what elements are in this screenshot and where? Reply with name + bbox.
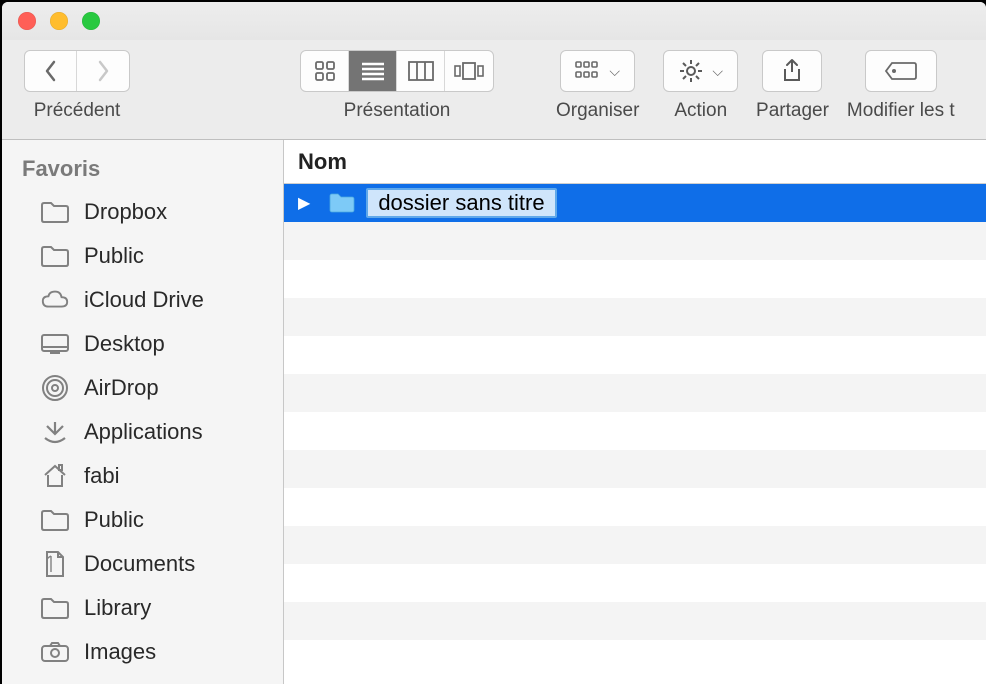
arrange-icon <box>575 60 601 82</box>
sidebar-item-label: Dropbox <box>84 199 167 225</box>
sidebar-item-label: Public <box>84 507 144 533</box>
view-icons-button[interactable] <box>301 51 349 91</box>
view-list-button[interactable] <box>349 51 397 91</box>
sidebar-heading: Favoris <box>2 150 283 190</box>
home-icon <box>40 462 70 490</box>
content-area: Nom ▶ dossier sans titre <box>284 140 986 684</box>
document-icon <box>40 550 70 578</box>
sidebar-item-label: Documents <box>84 551 195 577</box>
tags-label: Modifier les t <box>847 100 955 122</box>
view-coverflow-button[interactable] <box>445 51 493 91</box>
sidebar-item-label: fabi <box>84 463 119 489</box>
share-button[interactable] <box>762 50 822 92</box>
tags-group: Modifier les t <box>847 50 955 122</box>
column-header-label: Nom <box>298 149 347 175</box>
sidebar-item[interactable]: Applications <box>2 410 283 454</box>
sidebar-item-label: AirDrop <box>84 375 159 401</box>
airdrop-icon <box>40 374 70 402</box>
list-row[interactable] <box>284 526 986 564</box>
sidebar-item[interactable]: Public <box>2 234 283 278</box>
back-button[interactable] <box>25 51 77 91</box>
list-row-selected[interactable]: ▶ dossier sans titre <box>284 184 986 222</box>
apps-icon <box>40 418 70 446</box>
action-group: ⌵ Action <box>663 50 738 122</box>
view-label: Présentation <box>344 100 451 122</box>
chevron-left-icon <box>43 59 59 83</box>
view-columns-button[interactable] <box>397 51 445 91</box>
back-forward-seg <box>24 50 130 92</box>
sidebar-item[interactable]: iCloud Drive <box>2 278 283 322</box>
list-row[interactable] <box>284 298 986 336</box>
sidebar-item[interactable]: Dropbox <box>2 190 283 234</box>
list-row[interactable] <box>284 260 986 298</box>
titlebar <box>2 2 986 40</box>
finder-window: Précédent <box>2 2 986 684</box>
disclosure-triangle-icon[interactable]: ▶ <box>298 193 310 213</box>
list-row[interactable] <box>284 564 986 602</box>
list-row[interactable] <box>284 412 986 450</box>
forward-button[interactable] <box>77 51 129 91</box>
list-row[interactable] <box>284 602 986 640</box>
sidebar-item[interactable]: Library <box>2 586 283 630</box>
nav-group: Précédent <box>24 50 130 122</box>
list-row[interactable] <box>284 374 986 412</box>
body: Favoris Dropbox Public iCloud Drive Desktop… <box>2 140 986 684</box>
folder-icon <box>40 198 70 226</box>
tags-button[interactable] <box>865 50 937 92</box>
folder-icon <box>40 242 70 270</box>
grid-icon <box>314 60 336 82</box>
share-icon <box>781 58 803 84</box>
chevron-down-icon: ⌵ <box>609 63 620 80</box>
coverflow-icon <box>454 61 484 81</box>
list-row[interactable] <box>284 222 986 260</box>
share-label: Partager <box>756 100 829 122</box>
list-row[interactable] <box>284 488 986 526</box>
rename-text: dossier sans titre <box>378 190 544 216</box>
folder-icon <box>328 192 356 214</box>
rename-input[interactable]: dossier sans titre <box>366 188 556 218</box>
sidebar-item-label: iCloud Drive <box>84 287 204 313</box>
sidebar-item[interactable]: Public <box>2 498 283 542</box>
sidebar-item-label: Library <box>84 595 151 621</box>
desktop-icon <box>40 330 70 358</box>
maximize-button[interactable] <box>82 12 100 30</box>
chevron-down-icon: ⌵ <box>712 63 723 80</box>
gear-icon <box>678 58 704 84</box>
sidebar-item[interactable]: fabi <box>2 454 283 498</box>
list-row[interactable] <box>284 640 986 678</box>
sidebar-item-label: Public <box>84 243 144 269</box>
view-mode-seg <box>300 50 494 92</box>
view-group: Présentation <box>300 50 494 122</box>
sidebar-item[interactable]: Documents <box>2 542 283 586</box>
folder-icon <box>40 506 70 534</box>
toolbar: Précédent <box>2 40 986 140</box>
sidebar: Favoris Dropbox Public iCloud Drive Desktop… <box>2 140 284 684</box>
column-header-name[interactable]: Nom <box>284 140 986 184</box>
sidebar-item-label: Images <box>84 639 156 665</box>
columns-icon <box>408 61 434 81</box>
list-row[interactable] <box>284 336 986 374</box>
camera-icon <box>40 638 70 666</box>
nav-label: Précédent <box>34 100 121 122</box>
chevron-right-icon <box>95 59 111 83</box>
close-button[interactable] <box>18 12 36 30</box>
sidebar-item-label: Desktop <box>84 331 165 357</box>
minimize-button[interactable] <box>50 12 68 30</box>
folder-icon <box>40 594 70 622</box>
arrange-label: Organiser <box>556 100 639 122</box>
sidebar-item[interactable]: AirDrop <box>2 366 283 410</box>
action-label: Action <box>674 100 727 122</box>
sidebar-item[interactable]: Images <box>2 630 283 674</box>
file-list: ▶ dossier sans titre <box>284 184 986 684</box>
arrange-button[interactable]: ⌵ <box>560 50 635 92</box>
list-row[interactable] <box>284 450 986 488</box>
action-button[interactable]: ⌵ <box>663 50 738 92</box>
share-group: Partager <box>756 50 829 122</box>
cloud-icon <box>40 286 70 314</box>
sidebar-item[interactable]: Desktop <box>2 322 283 366</box>
tag-icon <box>884 61 918 81</box>
arrange-group: ⌵ Organiser <box>556 50 639 122</box>
sidebar-item-label: Applications <box>84 419 203 445</box>
list-icon <box>360 61 386 81</box>
